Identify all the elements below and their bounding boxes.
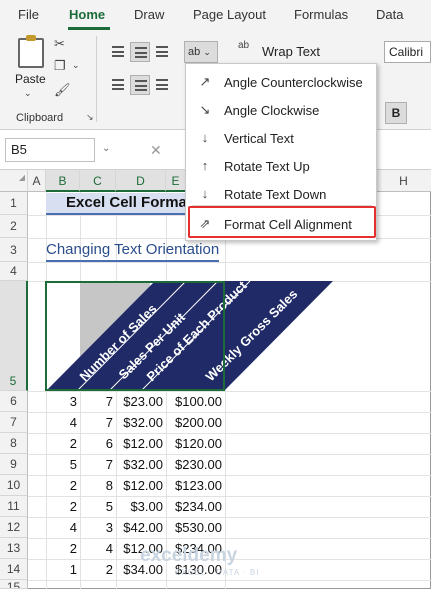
copy-icon[interactable]: ❐ xyxy=(54,58,66,74)
table-cell[interactable]: $42.00 xyxy=(116,520,163,535)
tab-data[interactable]: Data xyxy=(376,7,403,22)
font-name-box[interactable]: Calibri xyxy=(384,41,431,63)
menu-item-label: Vertical Text xyxy=(224,131,294,146)
table-cell[interactable]: 7 xyxy=(80,394,113,409)
bottom-align-button[interactable] xyxy=(152,42,172,62)
cancel-icon[interactable]: ✕ xyxy=(150,142,162,159)
ribbon-tabs: File Home Draw Page Layout Formulas Data xyxy=(0,0,431,30)
chevron-down-icon: ⌄ xyxy=(203,47,211,57)
table-cell[interactable]: 2 xyxy=(46,499,77,514)
clipboard-group: Paste ⌄ ✂ ❐ ⌄ 🖌 Clipboard ↘ xyxy=(6,32,94,128)
watermark-logo: exceldemy xyxy=(140,545,238,566)
table-cell[interactable]: $230.00 xyxy=(166,457,222,472)
table-cell[interactable]: 7 xyxy=(80,415,113,430)
middle-align-button[interactable] xyxy=(130,42,150,62)
watermark-tagline: EXCEL · DATA · BI xyxy=(175,568,260,577)
tab-formulas[interactable]: Formulas xyxy=(294,7,348,22)
tab-home[interactable]: Home xyxy=(69,7,105,22)
table-cell[interactable]: $120.00 xyxy=(166,436,222,451)
tab-file[interactable]: File xyxy=(18,7,39,22)
rotate-text-down-icon: ↓ xyxy=(201,186,209,201)
table-cell[interactable]: $200.00 xyxy=(166,415,222,430)
chevron-down-icon[interactable]: ⌄ xyxy=(72,60,80,71)
table-cell[interactable]: $32.00 xyxy=(116,415,163,430)
table-cell[interactable]: 8 xyxy=(80,478,113,493)
top-align-button[interactable] xyxy=(108,42,128,62)
table-cell[interactable]: 3 xyxy=(80,520,113,535)
dialog-launcher-icon[interactable]: ↘ xyxy=(86,112,94,123)
table-cell[interactable]: 5 xyxy=(80,499,113,514)
table-cell[interactable]: 7 xyxy=(80,457,113,472)
menu-item-rotate-text-up[interactable]: ↑ Rotate Text Up xyxy=(186,151,376,179)
rotate-text-up-icon: ↑ xyxy=(201,158,209,173)
cut-icon[interactable]: ✂ xyxy=(54,36,65,52)
table-cell[interactable]: $100.00 xyxy=(166,394,222,409)
table-cell[interactable]: $123.00 xyxy=(166,478,222,493)
angle-counterclockwise-icon: ↗ xyxy=(199,74,211,89)
menu-item-label: Angle Clockwise xyxy=(224,103,320,118)
group-divider xyxy=(96,36,97,122)
table-cell[interactable]: $12.00 xyxy=(116,436,163,451)
orientation-icon: ab xyxy=(188,46,201,58)
table-cell[interactable]: 2 xyxy=(80,562,113,577)
table-cell[interactable]: 6 xyxy=(80,436,113,451)
menu-item-angle-counterclockwise[interactable]: ↗ Angle Counterclockwise xyxy=(186,67,376,95)
format-painter-icon[interactable]: 🖌 xyxy=(54,82,71,98)
angle-clockwise-icon: ↘ xyxy=(199,102,211,117)
table-cell[interactable]: $12.00 xyxy=(116,478,163,493)
table-cell[interactable]: 4 xyxy=(46,520,77,535)
table-cell[interactable]: 4 xyxy=(80,541,113,556)
table-cell[interactable]: 2 xyxy=(46,541,77,556)
table-cell[interactable]: $3.00 xyxy=(116,499,163,514)
table-cell[interactable]: 2 xyxy=(46,478,77,493)
tab-draw[interactable]: Draw xyxy=(134,7,164,22)
menu-item-vertical-text[interactable]: ↓ Vertical Text xyxy=(186,123,376,151)
paste-icon[interactable] xyxy=(18,35,44,68)
menu-item-angle-clockwise[interactable]: ↘ Angle Clockwise xyxy=(186,95,376,123)
wrap-text-button[interactable]: Wrap Text xyxy=(262,44,320,59)
wrap-text-icon[interactable]: ab xyxy=(238,40,249,51)
highlight-box xyxy=(188,206,376,238)
align-left-button[interactable] xyxy=(108,75,128,95)
orientation-button[interactable]: ab ⌄ xyxy=(184,41,218,63)
align-right-button[interactable] xyxy=(152,75,172,95)
chevron-down-icon[interactable]: ⌄ xyxy=(24,88,32,99)
menu-item-label: Rotate Text Down xyxy=(224,187,327,202)
selection-outline xyxy=(45,281,225,391)
table-cell[interactable]: $32.00 xyxy=(116,457,163,472)
tab-page-layout[interactable]: Page Layout xyxy=(193,7,266,22)
table-cell[interactable]: 1 xyxy=(46,562,77,577)
table-cell[interactable]: $530.00 xyxy=(166,520,222,535)
paste-button[interactable]: Paste xyxy=(15,72,46,86)
table-cell[interactable]: $234.00 xyxy=(166,499,222,514)
menu-item-label: Rotate Text Up xyxy=(224,159,310,174)
chevron-down-icon[interactable]: ⌄ xyxy=(102,143,110,154)
table-cell[interactable]: 2 xyxy=(46,436,77,451)
table-cell[interactable]: 4 xyxy=(46,415,77,430)
menu-item-rotate-text-down[interactable]: ↓ Rotate Text Down xyxy=(186,179,376,207)
vertical-text-icon: ↓ xyxy=(201,130,209,145)
name-box[interactable]: B5 xyxy=(5,138,95,162)
menu-item-label: Angle Counterclockwise xyxy=(224,75,363,90)
bold-button[interactable]: B xyxy=(385,102,407,124)
clipboard-group-label: Clipboard xyxy=(16,112,64,124)
table-cell[interactable]: 5 xyxy=(46,457,77,472)
align-center-button[interactable] xyxy=(130,75,150,95)
table-cell[interactable]: $23.00 xyxy=(116,394,163,409)
table-cell[interactable]: 3 xyxy=(46,394,77,409)
